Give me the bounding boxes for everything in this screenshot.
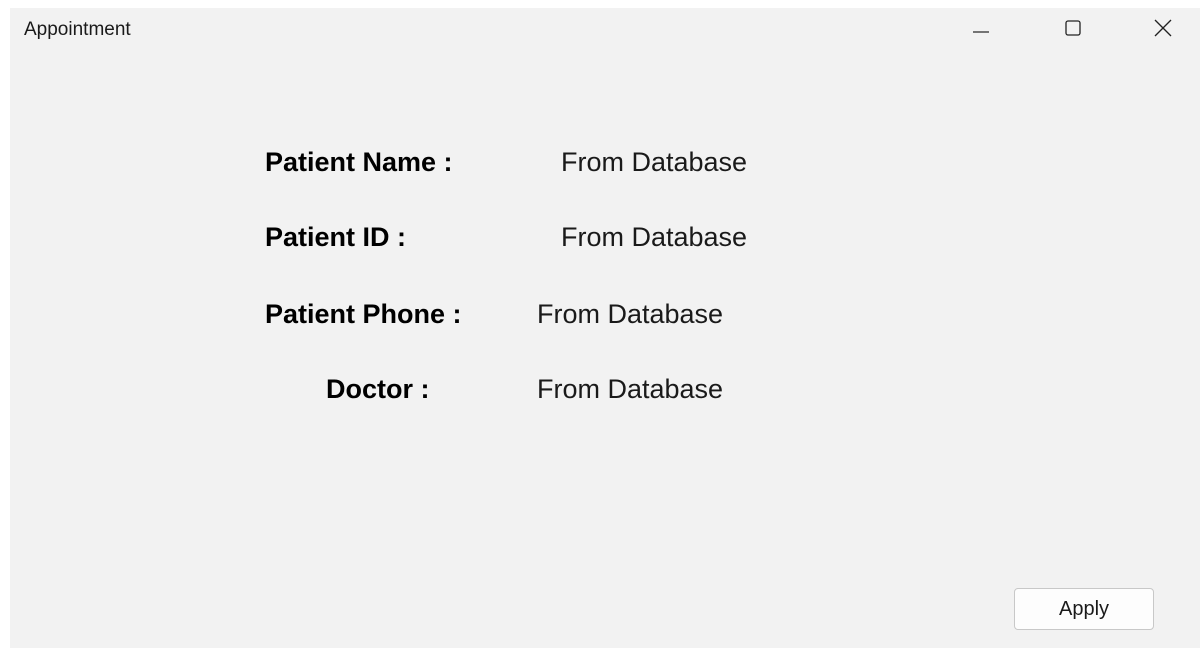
- doctor-value: From Database: [537, 374, 724, 404]
- patient-name-label: Patient Name :: [265, 147, 453, 177]
- patient-id-label: Patient ID :: [265, 222, 407, 252]
- minimize-icon: [971, 18, 991, 38]
- patient-name-value: From Database: [561, 147, 748, 177]
- maximize-button[interactable]: [1050, 8, 1096, 48]
- maximize-icon: [1063, 18, 1083, 38]
- window-title: Appointment: [24, 19, 131, 40]
- close-icon: [1153, 18, 1173, 38]
- apply-button[interactable]: Apply: [1014, 588, 1154, 630]
- doctor-label: Doctor :: [326, 374, 430, 404]
- patient-id-value: From Database: [561, 222, 748, 252]
- appointment-window: Appointment Patient Name: From Database…: [10, 8, 1200, 648]
- close-button[interactable]: [1140, 8, 1186, 48]
- minimize-button[interactable]: [958, 8, 1004, 48]
- patient-phone-label: Patient Phone :: [265, 299, 462, 329]
- patient-phone-value: From Database: [537, 299, 724, 329]
- title-bar[interactable]: Appointment: [10, 8, 1200, 52]
